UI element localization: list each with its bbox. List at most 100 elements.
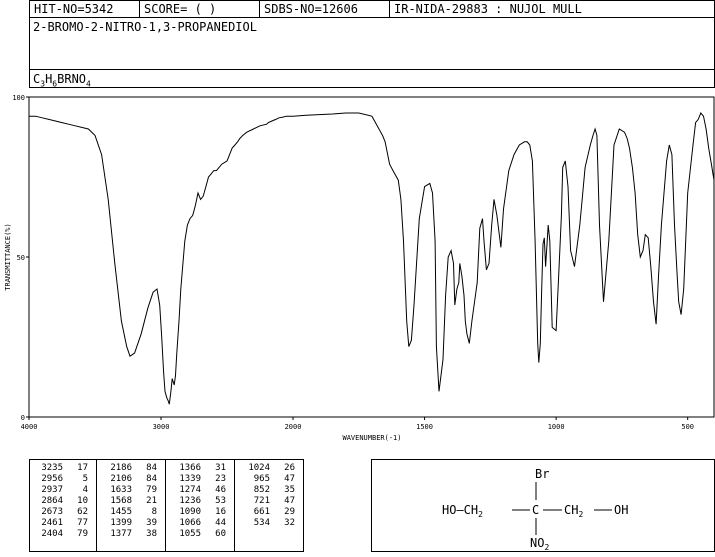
peak-wavenumber: 1568 [110, 496, 132, 506]
peak-transmittance: 8 [151, 507, 157, 517]
peak-transmittance: 17 [77, 463, 88, 473]
peak-transmittance: 79 [146, 485, 157, 495]
ir-spectrum-chart: 100500 4000 3000 2000 1500 1000 500 WAVENUMBE… [4, 94, 715, 442]
peak-wavenumber: 2673 [41, 507, 63, 517]
peak-wavenumber: 1066 [179, 518, 201, 528]
x-axis-label: WAVENUMBER(-1) [342, 434, 401, 442]
peak-wavenumber: 2106 [110, 474, 132, 484]
peak-transmittance: 10 [77, 496, 88, 506]
peak-wavenumber: 1055 [179, 529, 201, 539]
peak-transmittance: 46 [215, 485, 226, 495]
peak-wavenumber: 852 [253, 485, 270, 495]
peak-row: 661 29 [240, 507, 295, 518]
peak-wavenumber: 2864 [41, 496, 63, 506]
peak-row: 1055 60 [171, 529, 226, 540]
peak-row: 1568 21 [102, 496, 157, 507]
peak-row: 1066 44 [171, 518, 226, 529]
peak-row: 965 47 [240, 474, 295, 485]
peak-column: 1366 31 1339 23 1274 46 1236 53 1090 16 1066 44 1055… [171, 463, 226, 540]
peak-row: 1633 79 [102, 485, 157, 496]
peak-wavenumber: 1236 [179, 496, 201, 506]
peak-row: 2956 5 [33, 474, 88, 485]
peak-row: 1339 23 [171, 474, 226, 485]
peak-wavenumber: 1399 [110, 518, 132, 528]
peak-row: 1236 53 [171, 496, 226, 507]
peak-column: 2186 84 2106 84 1633 79 1568 21 1455 8 1399 39 1377 3… [102, 463, 157, 540]
peak-transmittance: 47 [284, 496, 295, 506]
peak-row: 2186 84 [102, 463, 157, 474]
peak-transmittance: 84 [146, 474, 157, 484]
header-bar: HIT-NO=5342 SCORE= ( ) SDBS-NO=12606 IR-… [29, 0, 715, 18]
formula-box: C3H6BRNO4 [29, 69, 715, 88]
structure-oh: OH [614, 503, 628, 517]
peak-wavenumber: 721 [253, 496, 270, 506]
peak-row: 1399 39 [102, 518, 157, 529]
peak-wavenumber: 3235 [41, 463, 63, 473]
peak-transmittance: 79 [77, 529, 88, 539]
structure-no2: NO2 [530, 536, 549, 552]
x-tick-label: 3000 [153, 423, 170, 431]
peak-table: 3235 17 2956 5 2937 4 2864 10 2673 62 2461 77 2404 79… [29, 459, 304, 552]
peak-wavenumber: 1366 [179, 463, 201, 473]
name-box: 2-BROMO-2-NITRO-1,3-PROPANEDIOL [29, 17, 715, 70]
peak-row: 1455 8 [102, 507, 157, 518]
peak-transmittance: 5 [82, 474, 88, 484]
peak-transmittance: 62 [77, 507, 88, 517]
peak-transmittance: 60 [215, 529, 226, 539]
peak-row: 2106 84 [102, 474, 157, 485]
peak-transmittance: 29 [284, 507, 295, 517]
peak-transmittance: 39 [146, 518, 157, 528]
peak-wavenumber: 2186 [110, 463, 132, 473]
peak-transmittance: 32 [284, 518, 295, 528]
peak-row: 1377 38 [102, 529, 157, 540]
y-tick-label: 50 [17, 254, 25, 262]
peak-transmittance: 35 [284, 485, 295, 495]
peak-transmittance: 21 [146, 496, 157, 506]
peak-wavenumber: 1633 [110, 485, 132, 495]
peak-row: 3235 17 [33, 463, 88, 474]
peak-transmittance: 4 [82, 485, 88, 495]
peak-row: 1274 46 [171, 485, 226, 496]
structure-br: Br [535, 467, 549, 481]
chemical-structure: Br HO—CH2 C CH2 OH NO2 [442, 467, 628, 552]
sdbs-number: SDBS-NO=12606 [260, 1, 390, 18]
x-tick-label: 4000 [21, 423, 38, 431]
peak-wavenumber: 1377 [110, 529, 132, 539]
peak-transmittance: 31 [215, 463, 226, 473]
hit-number: HIT-NO=5342 [30, 1, 140, 18]
spectrum-line [29, 112, 715, 405]
peak-wavenumber: 1024 [248, 463, 270, 473]
x-tick-label: 2000 [285, 423, 302, 431]
ir-nida: IR-NIDA-29883 : NUJOL MULL [394, 2, 582, 16]
peak-row: 2461 77 [33, 518, 88, 529]
peak-transmittance: 26 [284, 463, 295, 473]
plot-frame [28, 96, 715, 418]
peak-row: 534 32 [240, 518, 295, 529]
peak-transmittance: 47 [284, 474, 295, 484]
peak-column-divider [234, 460, 235, 551]
x-tick-label: 1000 [548, 423, 565, 431]
peak-row: 2404 79 [33, 529, 88, 540]
peak-wavenumber: 661 [253, 507, 270, 517]
peak-wavenumber: 1274 [179, 485, 201, 495]
structure-center: C [532, 503, 539, 517]
structure-box: Br HO—CH2 C CH2 OH NO2 [371, 459, 715, 552]
peak-column-divider [165, 460, 166, 551]
peak-wavenumber: 2404 [41, 529, 63, 539]
peak-wavenumber: 965 [253, 474, 270, 484]
x-tick-label: 1500 [416, 423, 433, 431]
peak-wavenumber: 2956 [41, 474, 63, 484]
peak-row: 2864 10 [33, 496, 88, 507]
peak-transmittance: 53 [215, 496, 226, 506]
peak-wavenumber: 1339 [179, 474, 201, 484]
peak-row: 852 35 [240, 485, 295, 496]
y-tick-label: 0 [21, 414, 25, 422]
compound-name: 2-BROMO-2-NITRO-1,3-PROPANEDIOL [33, 20, 257, 34]
peak-transmittance: 38 [146, 529, 157, 539]
peak-column-divider [96, 460, 97, 551]
peak-row: 721 47 [240, 496, 295, 507]
y-axis-label: TRANSMITTANCE(%) [4, 223, 12, 290]
peak-wavenumber: 1455 [110, 507, 132, 517]
peak-row: 2937 4 [33, 485, 88, 496]
peak-row: 1024 26 [240, 463, 295, 474]
